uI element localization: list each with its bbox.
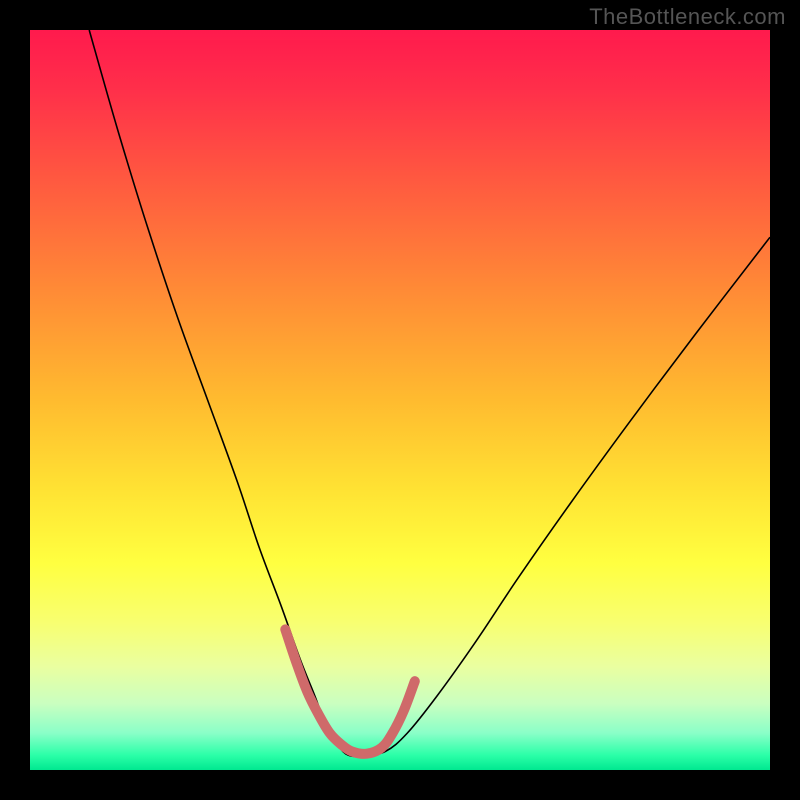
watermark-text: TheBottleneck.com xyxy=(589,4,786,30)
optimal-zone-highlight xyxy=(285,629,415,754)
curve-layer xyxy=(30,30,770,770)
plot-area xyxy=(30,30,770,770)
chart-frame: TheBottleneck.com xyxy=(0,0,800,800)
mismatch-curve xyxy=(89,30,770,756)
